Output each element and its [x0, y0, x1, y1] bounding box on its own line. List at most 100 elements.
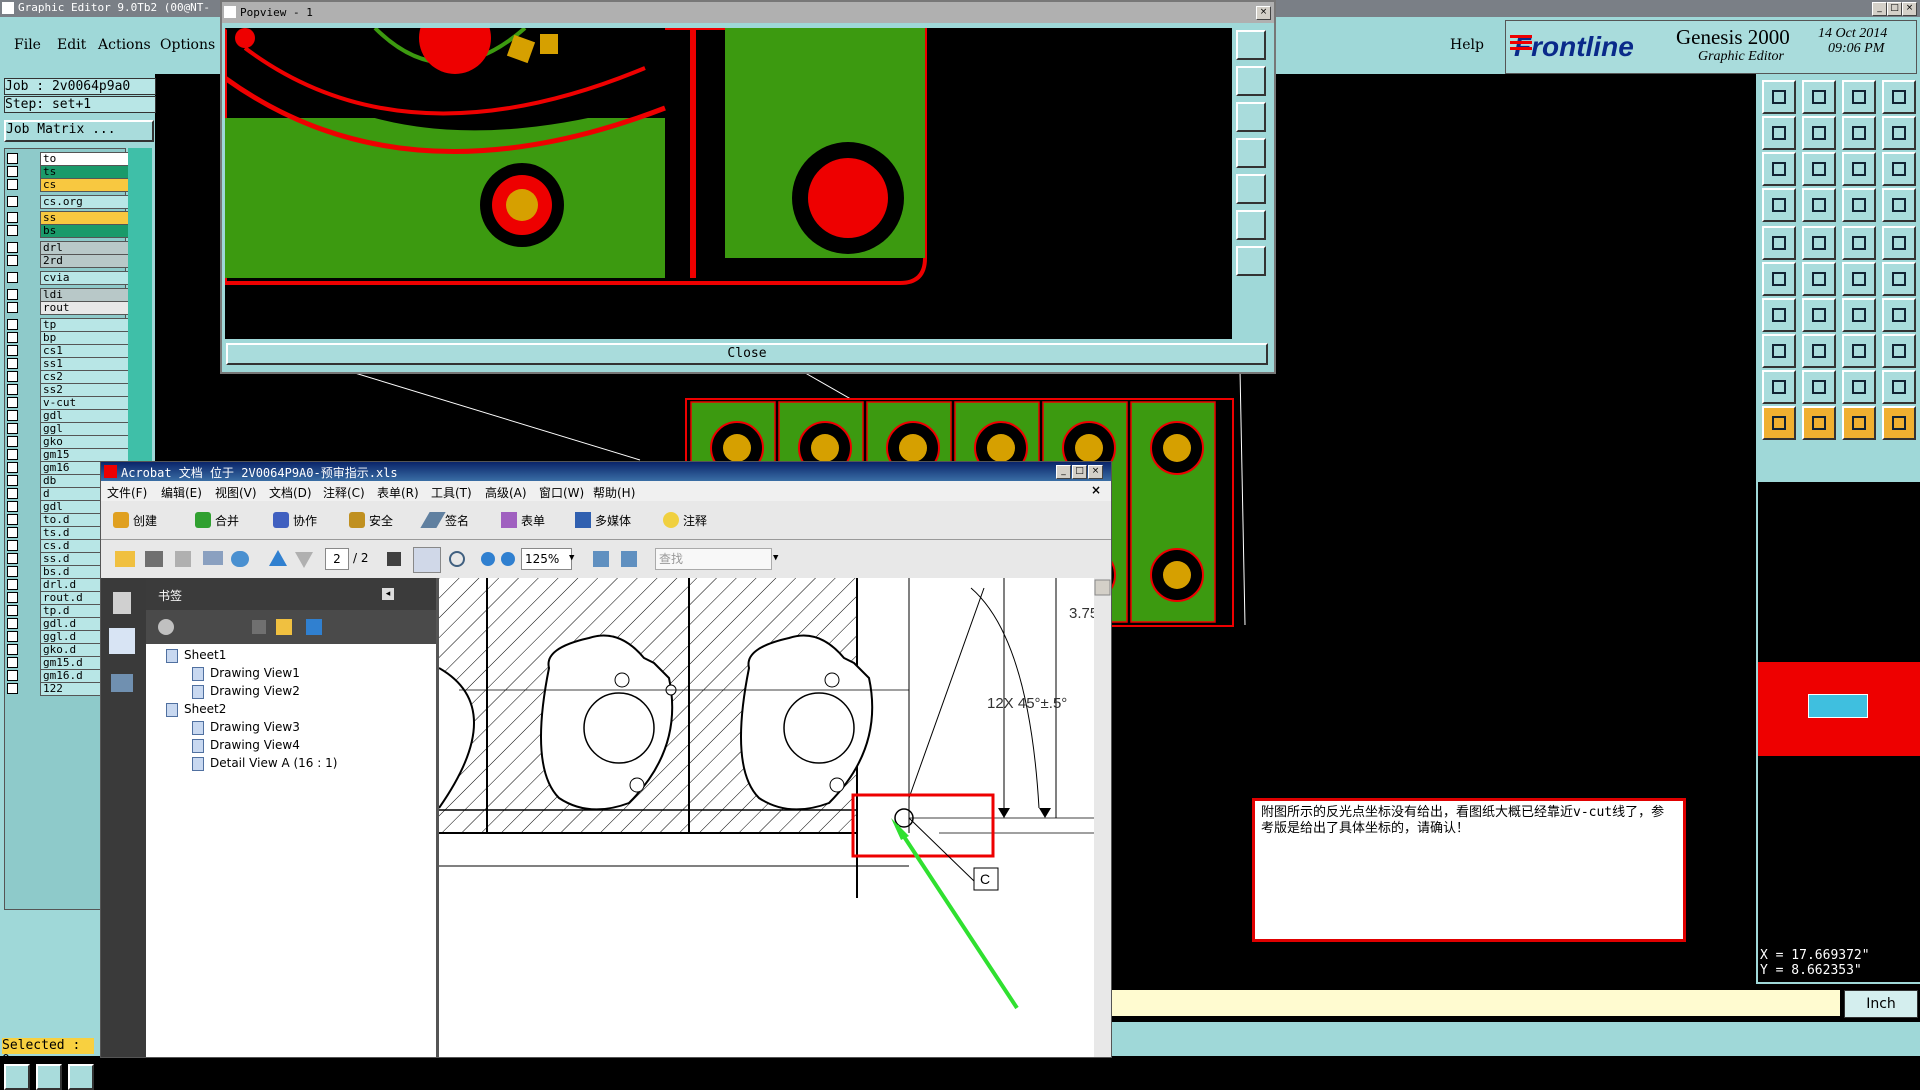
- measure-tool-button[interactable]: [36, 1064, 62, 1090]
- combine-button[interactable]: 合并: [215, 512, 239, 529]
- tool-connect-button[interactable]: [1762, 262, 1796, 296]
- tool-move-right-button[interactable]: [1802, 116, 1836, 150]
- tool-snap-button[interactable]: [1842, 116, 1876, 150]
- popview-pan-down-button[interactable]: [1236, 102, 1266, 132]
- tool-help-query-button[interactable]: [1882, 152, 1916, 186]
- tool-cursor-c-button[interactable]: [1842, 406, 1876, 440]
- open-folder-icon[interactable]: [115, 551, 135, 567]
- tool-grid-button[interactable]: [1882, 80, 1916, 114]
- tool-line-blue-button[interactable]: [1802, 298, 1836, 332]
- acro-doc-close-icon[interactable]: ×: [1091, 483, 1101, 497]
- tool-draw-line-button[interactable]: [1802, 226, 1836, 260]
- tool-circle-fill-button[interactable]: [1882, 226, 1916, 260]
- tool-route-a-button[interactable]: [1842, 188, 1876, 222]
- hand-tool-icon[interactable]: [413, 547, 441, 573]
- acro-menu-window[interactable]: 窗口(W): [539, 484, 584, 501]
- tool-undo-button[interactable]: [1842, 298, 1876, 332]
- acro-menu-comments[interactable]: 注释(C): [323, 484, 365, 501]
- tool-link-a-button[interactable]: [1842, 262, 1876, 296]
- tool-route-b-button[interactable]: [1882, 188, 1916, 222]
- popview-fit-button[interactable]: [1236, 210, 1266, 240]
- print-icon[interactable]: [145, 551, 163, 567]
- acro-menu-document[interactable]: 文档(D): [269, 484, 312, 501]
- forms-button[interactable]: 表单: [521, 512, 545, 529]
- bookmark-item[interactable]: Drawing View3: [192, 720, 300, 735]
- tool-zigzag-button[interactable]: [1882, 116, 1916, 150]
- tool-contour-button[interactable]: [1882, 334, 1916, 368]
- page-number-input[interactable]: 2: [325, 548, 349, 570]
- web-icon[interactable]: [231, 551, 249, 567]
- command-line[interactable]: [1110, 990, 1840, 1016]
- tool-rotate-button[interactable]: [1762, 188, 1796, 222]
- popview-pan-right-button[interactable]: [1236, 174, 1266, 204]
- unit-button[interactable]: Inch: [1844, 990, 1918, 1018]
- create-button[interactable]: 创建: [133, 512, 157, 529]
- signatures-panel-icon[interactable]: [111, 674, 133, 692]
- collapse-pane-icon[interactable]: ◂: [382, 588, 394, 600]
- overview-viewport[interactable]: [1808, 694, 1868, 718]
- popview-zoom-in-button[interactable]: [1236, 30, 1266, 60]
- tool-measure-button[interactable]: [1842, 226, 1876, 260]
- acro-menu-forms[interactable]: 表单(R): [377, 484, 419, 501]
- sign-button[interactable]: 签名: [445, 512, 469, 529]
- tool-select-pad-button[interactable]: [1762, 226, 1796, 260]
- tool-probe-button[interactable]: [1802, 188, 1836, 222]
- popview-close-button[interactable]: Close: [226, 343, 1268, 365]
- multimedia-button[interactable]: 多媒体: [595, 512, 631, 529]
- tool-move-left-button[interactable]: [1762, 116, 1796, 150]
- acro-menu-help[interactable]: 帮助(H): [593, 484, 635, 501]
- tool-text-d-button[interactable]: [1882, 370, 1916, 404]
- tool-cursor-d-button[interactable]: [1882, 406, 1916, 440]
- zoom-level-select[interactable]: 125%: [521, 548, 572, 570]
- search-input[interactable]: 查找: [655, 548, 772, 570]
- new-bookmark-icon[interactable]: [276, 619, 292, 635]
- pages-panel-icon[interactable]: [113, 592, 131, 614]
- bookmark-item[interactable]: Drawing View4: [192, 738, 300, 753]
- tool-home-button[interactable]: [1842, 80, 1876, 114]
- tool-cursor-a-button[interactable]: [1762, 406, 1796, 440]
- zoom-tool-icon[interactable]: [449, 551, 465, 567]
- bookmark-item[interactable]: Drawing View1: [192, 666, 300, 681]
- fit-page-icon[interactable]: [621, 551, 637, 567]
- tool-scale-1-2-button[interactable]: [1842, 152, 1876, 186]
- acro-menu-view[interactable]: 视图(V): [215, 484, 257, 501]
- bookmark-sheet[interactable]: Sheet2: [166, 702, 226, 717]
- tool-line-h-button[interactable]: [1802, 334, 1836, 368]
- security-button[interactable]: 安全: [369, 512, 393, 529]
- bookmark-item[interactable]: Detail View A (16 : 1): [192, 756, 337, 771]
- bookmarks-panel-icon[interactable]: [109, 628, 135, 654]
- tool-line-red-button[interactable]: [1762, 298, 1796, 332]
- acro-menu-tools[interactable]: 工具(T): [431, 484, 472, 501]
- acro-menu-edit[interactable]: 编辑(E): [161, 484, 202, 501]
- tool-shift-up-button[interactable]: [1762, 80, 1796, 114]
- popview-zoom-out-button[interactable]: [1236, 66, 1266, 96]
- popview-center-button[interactable]: [1236, 246, 1266, 276]
- tool-cursor-b-button[interactable]: [1802, 406, 1836, 440]
- select-text-icon[interactable]: [387, 552, 401, 566]
- collaborate-button[interactable]: 协作: [293, 512, 317, 529]
- tool-text-a-button[interactable]: [1762, 370, 1796, 404]
- delete-bookmark-icon[interactable]: [252, 620, 266, 634]
- comment-button[interactable]: 注释: [683, 512, 707, 529]
- popview-pan-left-button[interactable]: [1236, 138, 1266, 168]
- popview-close-x[interactable]: ×: [1256, 6, 1271, 20]
- email-icon[interactable]: [203, 551, 223, 565]
- acro-menu-file[interactable]: 文件(F): [107, 484, 147, 501]
- acro-menu-advanced[interactable]: 高级(A): [485, 484, 527, 501]
- tool-center-button[interactable]: [1802, 152, 1836, 186]
- fit-width-icon[interactable]: [593, 551, 609, 567]
- save-icon[interactable]: [175, 551, 191, 567]
- tool-link-b-button[interactable]: [1882, 262, 1916, 296]
- acrobat-close-button[interactable]: ×: [1088, 465, 1103, 479]
- search-dropdown-icon[interactable]: ▼: [773, 548, 785, 568]
- zoom-dropdown-icon[interactable]: ▼: [569, 548, 581, 568]
- tool-fit-button[interactable]: [1762, 152, 1796, 186]
- acrobat-minimize-button[interactable]: _: [1056, 465, 1071, 479]
- options-gear-icon[interactable]: [158, 619, 174, 635]
- tool-mirror-button[interactable]: [1882, 298, 1916, 332]
- prev-page-icon[interactable]: [269, 550, 287, 566]
- bookmark-sheet[interactable]: Sheet1: [166, 648, 226, 663]
- tool-align-button[interactable]: [1842, 334, 1876, 368]
- expand-bookmark-icon[interactable]: [306, 619, 322, 635]
- tool-pad-add-button[interactable]: [1762, 334, 1796, 368]
